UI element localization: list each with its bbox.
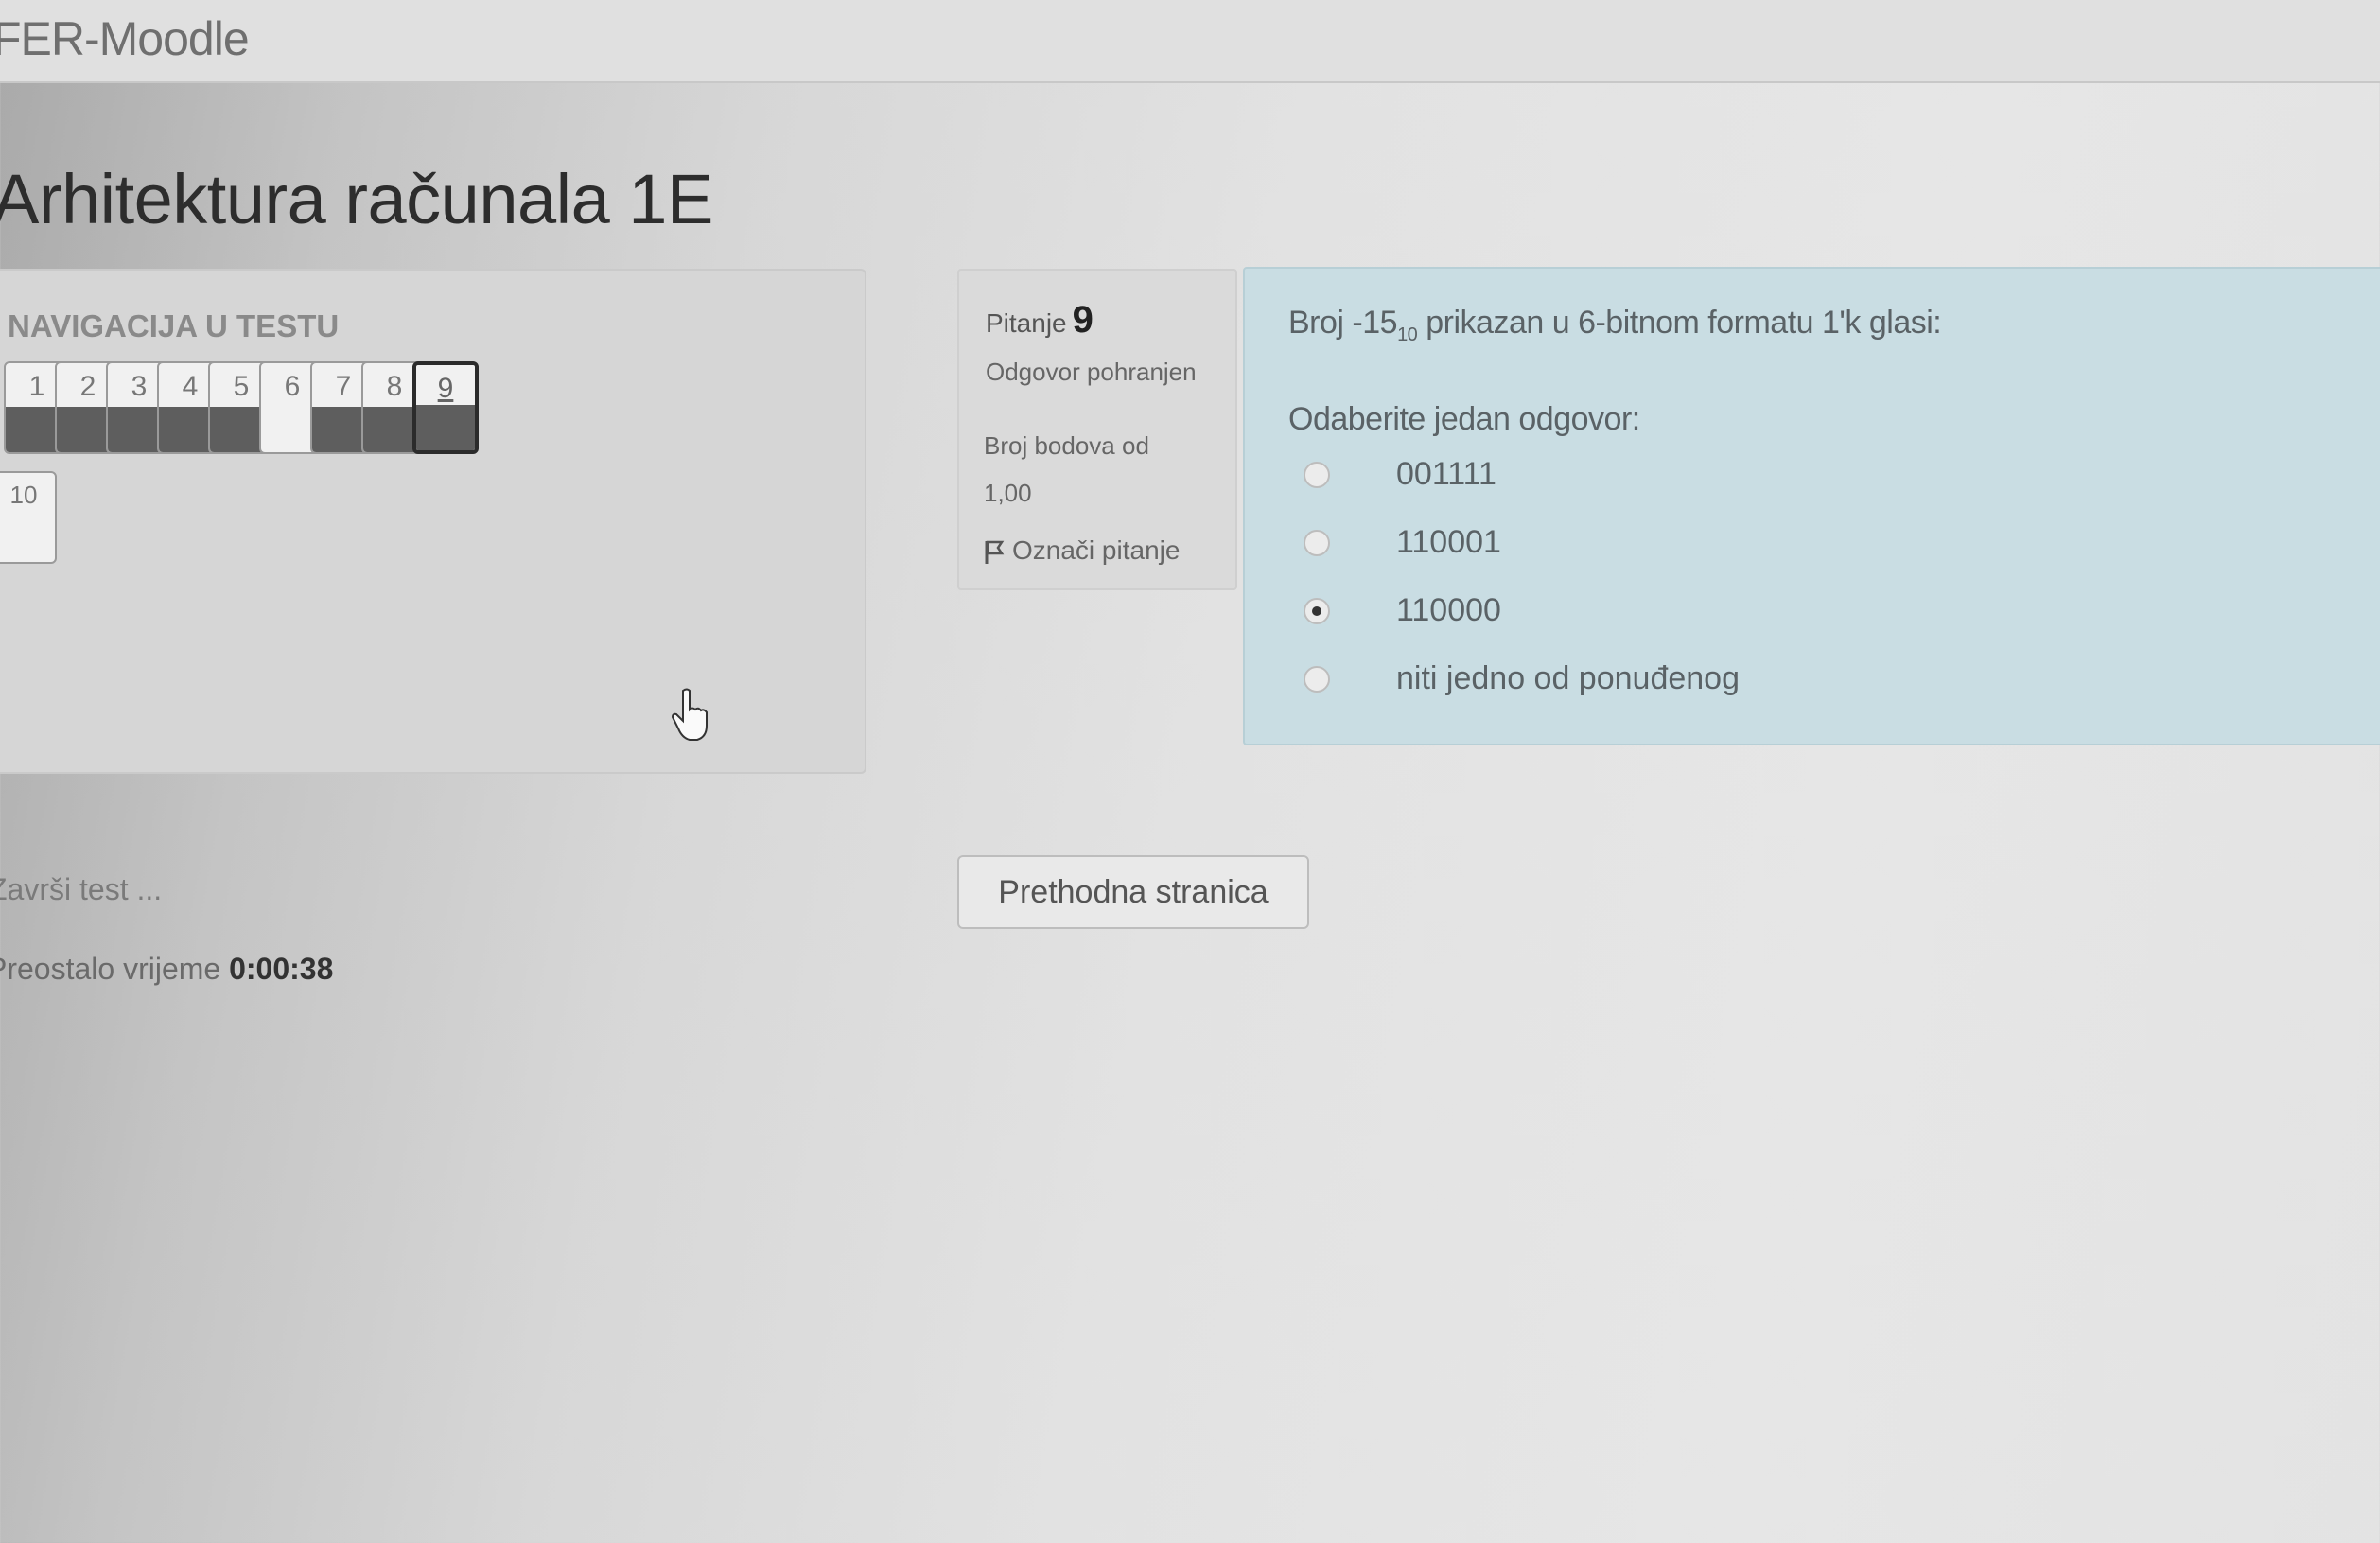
question-text-end: prikazan u 6-bitnom formatu 1'k glasi:	[1417, 305, 1942, 341]
flag-question-label: Označi pitanje	[1012, 535, 1181, 565]
answer-radio-4[interactable]	[1304, 666, 1330, 693]
question-info-box: Pitanje 9 Odgovor pohranjen Broj bodova o…	[957, 269, 1237, 590]
question-text-start: Broj -15	[1288, 305, 1398, 341]
question-number: Pitanje 9	[986, 299, 1094, 342]
previous-page-button[interactable]: Prethodna stranica	[957, 855, 1309, 929]
flag-question-button[interactable]: Označi pitanje	[984, 535, 1180, 566]
question-nav-button-10[interactable]: 10	[0, 471, 57, 564]
page-title: Arhitektura računala 1E	[0, 160, 713, 238]
question-marks: Broj bodova od 1,00	[984, 422, 1220, 517]
question-state: Odgovor pohranjen	[986, 358, 1197, 386]
answer-option-label: 110000	[1396, 592, 1501, 628]
question-number-value: 9	[1072, 299, 1094, 341]
flag-icon	[985, 540, 1005, 564]
quiz-navigation-heading: NAVIGACIJA U TESTU	[8, 308, 340, 343]
answer-radio-2[interactable]	[1304, 530, 1330, 556]
question-nav-button-9[interactable]: 9	[412, 361, 479, 454]
top-bar: FER-Moodle	[0, 0, 2380, 83]
timer-label: Preostalo vrijeme	[0, 952, 221, 986]
marks-label: Broj bodova od	[984, 431, 1149, 460]
finish-attempt-link[interactable]: Završi test ...	[0, 872, 162, 907]
question-label: Pitanje	[986, 308, 1067, 338]
answer-prompt: Odaberite jedan odgovor:	[1288, 401, 1640, 437]
quiz-timer: Preostalo vrijeme 0:00:38	[0, 952, 333, 987]
answer-option-label: niti jedno od ponuđenog	[1396, 660, 1740, 696]
hand-cursor-icon	[672, 688, 708, 741]
quiz-navigation-block: NAVIGACIJA U TESTU 1 2 3 4 5 6 7 8 9 10 …	[0, 269, 866, 986]
site-brand[interactable]: FER-Moodle	[0, 11, 250, 66]
answer-radio-1[interactable]	[1304, 462, 1330, 488]
question-nav-number: 10	[9, 481, 38, 509]
answer-option-label: 110001	[1396, 524, 1501, 560]
timer-value: 0:00:38	[229, 952, 334, 986]
question-content: Broj -1510 prikazan u 6-bitnom formatu 1…	[1243, 267, 2380, 745]
question-nav-number: 9	[437, 373, 454, 404]
question-text-subscript: 10	[1397, 324, 1418, 345]
answer-option-label: 001111	[1396, 456, 1496, 492]
answer-radio-3[interactable]	[1304, 598, 1330, 624]
marks-value: 1,00	[984, 479, 1032, 507]
question-text: Broj -1510 prikazan u 6-bitnom formatu 1…	[1288, 305, 1942, 346]
